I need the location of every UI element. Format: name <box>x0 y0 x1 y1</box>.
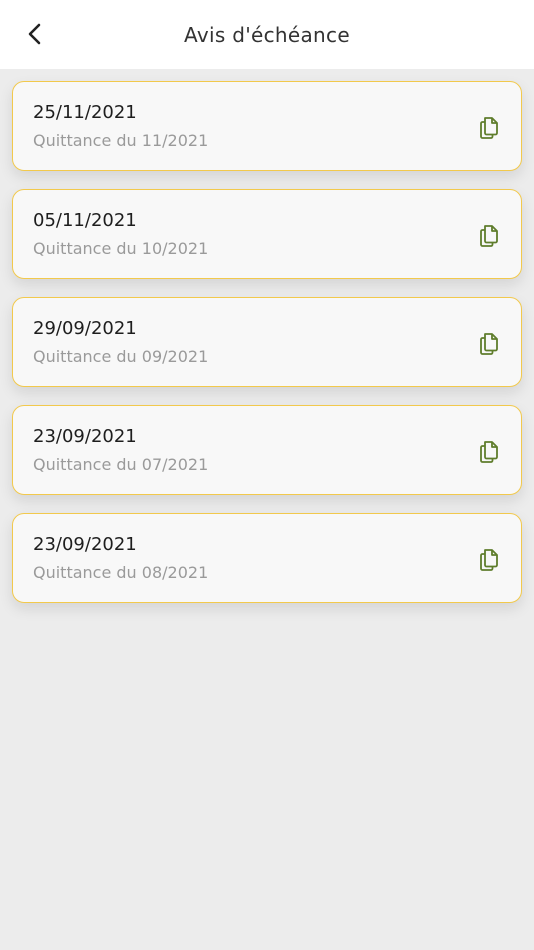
chevron-left-icon <box>28 23 41 45</box>
top-bar: Avis d'échéance <box>0 0 534 69</box>
list-item[interactable]: 23/09/2021 Quittance du 07/2021 <box>12 405 522 495</box>
list-item[interactable]: 25/11/2021 Quittance du 11/2021 <box>12 81 522 171</box>
item-label: Quittance du 10/2021 <box>33 239 209 258</box>
item-label: Quittance du 11/2021 <box>33 131 209 150</box>
list-item[interactable]: 23/09/2021 Quittance du 08/2021 <box>12 513 522 603</box>
app-screen: Avis d'échéance 25/11/2021 Quittance du … <box>0 0 534 950</box>
item-date: 23/09/2021 <box>33 534 137 555</box>
item-date: 23/09/2021 <box>33 426 137 447</box>
item-date: 29/09/2021 <box>33 318 137 339</box>
documents-icon[interactable] <box>477 438 501 464</box>
item-label: Quittance du 07/2021 <box>33 455 209 474</box>
list-item[interactable]: 29/09/2021 Quittance du 09/2021 <box>12 297 522 387</box>
list-item[interactable]: 05/11/2021 Quittance du 10/2021 <box>12 189 522 279</box>
notice-list: 25/11/2021 Quittance du 11/2021 05/11/20… <box>12 81 522 621</box>
documents-icon[interactable] <box>477 222 501 248</box>
item-label: Quittance du 09/2021 <box>33 347 209 366</box>
page-title: Avis d'échéance <box>184 22 350 47</box>
documents-icon[interactable] <box>477 114 501 140</box>
item-label: Quittance du 08/2021 <box>33 563 209 582</box>
item-date: 05/11/2021 <box>33 210 137 231</box>
back-button[interactable] <box>20 19 50 49</box>
item-date: 25/11/2021 <box>33 102 137 123</box>
documents-icon[interactable] <box>477 546 501 572</box>
documents-icon[interactable] <box>477 330 501 356</box>
